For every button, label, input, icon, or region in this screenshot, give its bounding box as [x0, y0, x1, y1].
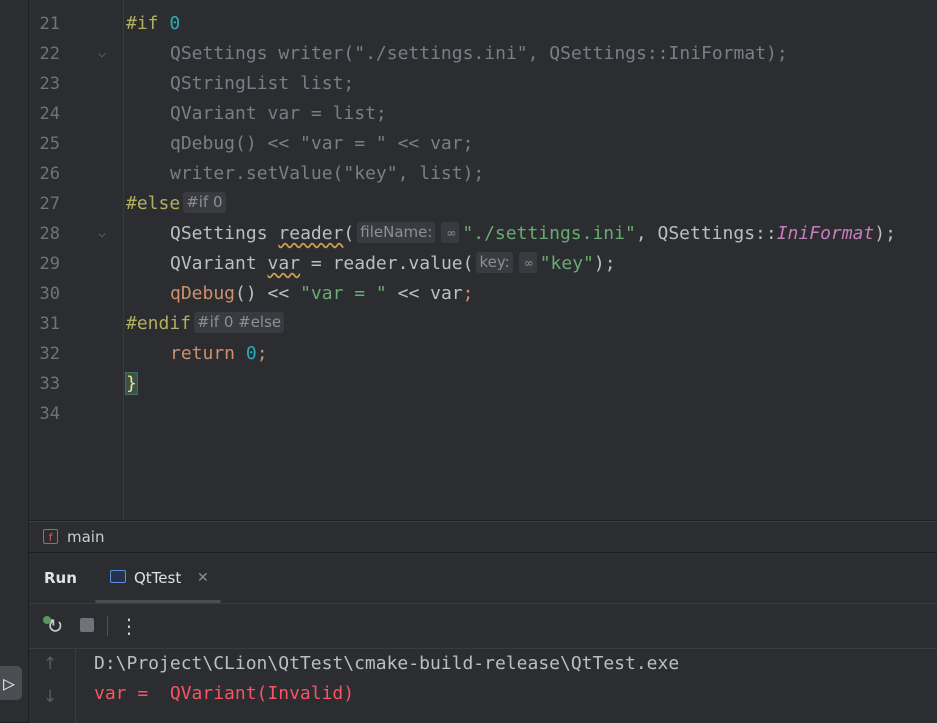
tab-selected-indicator: [95, 600, 221, 603]
run-toolbar: ↻ ⋮: [29, 604, 937, 649]
line-number: 28: [39, 224, 60, 244]
code-line-32: return 0;: [170, 343, 268, 364]
link-glyph: ∞: [446, 225, 457, 240]
run-triangle-icon[interactable]: ▷: [0, 666, 22, 700]
enum-value: IniFormat: [776, 223, 875, 244]
type-name: QSettings: [170, 223, 268, 244]
console-output[interactable]: D:\Project\CLion\QtTest\cmake-build-rele…: [94, 649, 934, 723]
code-line-23: QStringList list;: [170, 73, 355, 94]
line-number: 21: [39, 14, 60, 34]
left-tool-strip: ▷: [0, 0, 29, 722]
code-line-30: qDebug() << "var = " << var;: [170, 283, 474, 304]
code-line-21: #if 0: [126, 9, 180, 39]
link-glyph: ∞: [523, 255, 534, 270]
run-tool-header: Run QtTest ✕: [29, 553, 937, 604]
type-name: QVariant: [170, 253, 257, 274]
run-title: Run: [44, 569, 77, 587]
tab-qttest[interactable]: QtTest ✕: [95, 553, 221, 603]
line-number: 34: [39, 404, 60, 424]
link-icon[interactable]: ∞: [518, 251, 537, 273]
line-number: 30: [39, 284, 60, 304]
console-side-toolbar: ↑ ↓: [29, 649, 76, 723]
console-line: D:\Project\CLion\QtTest\cmake-build-rele…: [94, 653, 680, 674]
number-literal: 0: [245, 343, 257, 364]
variable-name: var: [267, 253, 301, 274]
line-number: 25: [39, 134, 60, 154]
link-icon[interactable]: ∞: [441, 221, 460, 243]
line-number: 31: [39, 314, 60, 334]
parameter-hint[interactable]: fileName:: [357, 221, 436, 243]
function-icon: f: [43, 529, 58, 544]
string-literal: "var = ": [300, 283, 387, 304]
parameter-hint-label: fileName:: [360, 222, 433, 241]
line-number: 32: [39, 344, 60, 364]
preprocessor-directive: #endif: [126, 313, 192, 334]
breadcrumb-item-main[interactable]: main: [67, 522, 104, 552]
line-number: 29: [39, 254, 60, 274]
code-editor[interactable]: 21 22 23 24 25 26 27 28 29 30 31 32 33 3…: [29, 0, 937, 520]
code-line-26: writer.setValue("key", list);: [170, 163, 485, 184]
stop-icon[interactable]: [80, 618, 94, 632]
code-line-29: QVariant var = reader.value(key: ∞ "key");: [170, 251, 616, 274]
preprocessor-directive: #else: [126, 193, 181, 214]
code-line-33: }: [125, 369, 138, 399]
code-line-25: qDebug() << "var = " << var;: [170, 133, 474, 154]
fold-chevron-icon[interactable]: ⌵: [95, 39, 109, 69]
parameter-hint-label: key:: [479, 252, 510, 271]
scope-name: QSettings::: [657, 223, 777, 244]
breadcrumb: f main: [29, 521, 937, 552]
line-number: 26: [39, 164, 60, 184]
inlay-hint: #if 0 #else: [194, 311, 285, 333]
line-number: 22: [39, 44, 60, 64]
run-tool-window: Run QtTest ✕ ↻ ⋮ ↑ ↓ D:\Project\CLion\Qt…: [29, 552, 937, 723]
code-line-24: QVariant var = list;: [170, 103, 387, 124]
arrow-down-icon[interactable]: ↓: [43, 687, 57, 707]
line-number: 24: [39, 104, 60, 124]
method-call: reader.value(: [332, 253, 474, 274]
preprocessor-directive: #if: [126, 13, 159, 34]
string-literal: "key": [539, 253, 594, 274]
toolbar-divider: [107, 616, 108, 636]
string-literal: "./settings.ini": [462, 223, 636, 244]
code-line-27: #else #if 0: [126, 189, 229, 219]
rerun-status-badge: [43, 616, 51, 624]
code-line-31: #endif #if 0 #else: [126, 309, 287, 339]
line-number: 27: [39, 194, 60, 214]
parameter-hint[interactable]: key:: [476, 251, 513, 273]
code-line-28: QSettings reader(fileName: ∞ "./settings.i…: [170, 221, 896, 244]
variable-name: var: [430, 283, 463, 304]
number-literal: 0: [169, 13, 181, 34]
tab-label: QtTest: [134, 569, 182, 587]
line-number: 33: [39, 374, 60, 394]
inlay-hint: #if 0: [183, 191, 226, 213]
console-line: var = QVariant(Invalid): [94, 683, 355, 704]
line-number-gutter: 21 22 23 24 25 26 27 28 29 30 31 32 33 3…: [29, 0, 124, 520]
close-icon[interactable]: ✕: [197, 553, 209, 603]
arrow-up-icon[interactable]: ↑: [43, 654, 57, 674]
console-icon: [110, 570, 126, 583]
fold-chevron-icon[interactable]: ⌵: [95, 219, 109, 249]
function-name: qDebug: [170, 283, 236, 304]
keyword: return: [170, 343, 236, 364]
more-vertical-icon[interactable]: ⋮: [119, 610, 139, 642]
matched-brace: }: [125, 372, 138, 395]
line-number: 23: [39, 74, 60, 94]
variable-name: reader: [278, 223, 344, 244]
code-line-22: QSettings writer("./settings.ini", QSett…: [170, 43, 788, 64]
